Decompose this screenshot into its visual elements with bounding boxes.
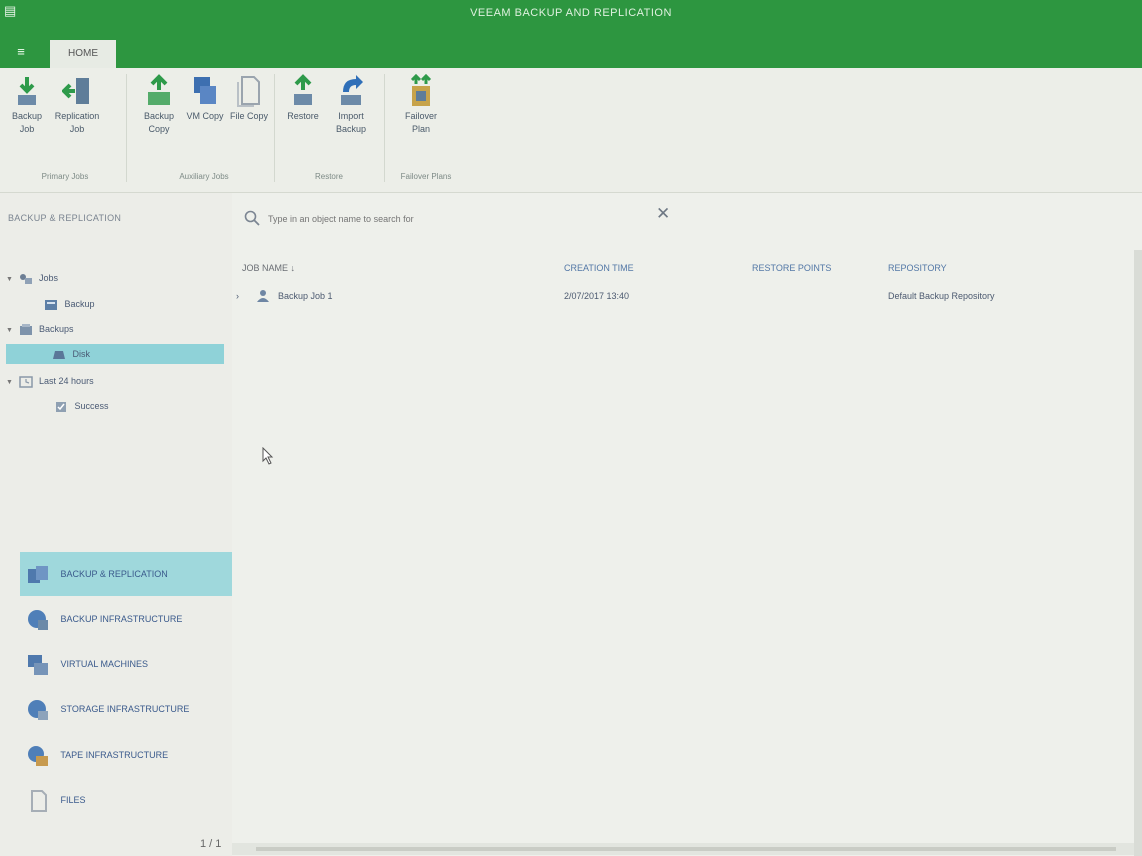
replication-job-button[interactable]: Replication Job [54,74,100,136]
tape-infrastructure-icon [28,745,48,766]
window-title: VEEAM BACKUP AND REPLICATION [470,7,672,19]
backups-icon [19,323,32,335]
tree-label: Jobs [39,273,59,283]
restore-label: Restore [287,111,319,121]
backup-job-row-icon [257,290,269,302]
tree-node-success[interactable]: Success [6,396,224,416]
cell-creation-time: 2/07/2017 13:40 [564,291,630,301]
expand-icon[interactable]: ▼ [6,270,16,290]
tree-node-backup[interactable]: Backup [6,294,224,314]
ribbon-divider [126,74,127,182]
column-header-creation-time[interactable]: CREATION TIME [564,263,634,273]
backup-infrastructure-icon [28,609,48,630]
replication-job-icon [62,78,89,104]
search-input[interactable] [266,207,650,231]
ribbon-group-auxiliary-jobs: Auxiliary Jobs [179,172,229,181]
backup-job-node-icon [45,299,57,310]
ribbon-divider [384,74,385,182]
cell-repository: Default Backup Repository [888,291,995,301]
column-header-repository[interactable]: REPOSITORY [888,263,947,273]
file-copy-label: File Copy [229,111,268,121]
backup-job-button[interactable]: Backup Job [4,74,50,136]
nav-label: STORAGE INFRASTRUCTURE [60,704,190,714]
nav-label: VIRTUAL MACHINES [60,659,149,669]
nav-label: TAPE INFRASTRUCTURE [60,750,169,760]
restore-button[interactable]: Restore [280,74,326,123]
replication-job-label: Replication Job [54,111,100,134]
nav-files[interactable]: FILES [20,778,232,822]
main-pane: ✕ JOB NAME ↓ CREATION TIME RESTORE POINT… [232,193,1142,856]
main-menu-button[interactable]: ≡ [6,42,36,62]
restore-icon [294,74,312,105]
backup-copy-button[interactable]: Backup Copy [136,74,182,136]
tree-node-backups[interactable]: ▼ Backups [6,319,224,339]
vm-copy-icon [194,77,216,104]
failover-plan-button[interactable]: Failover Plan [398,74,444,136]
tree-label: Backups [39,324,74,334]
nav-label: FILES [60,795,86,805]
horizontal-scrollbar[interactable] [232,843,1142,855]
vm-copy-label: VM Copy [186,111,224,121]
disk-icon [53,350,65,359]
tree-node-last-24-hours[interactable]: ▼ Last 24 hours [6,371,224,391]
expand-icon[interactable]: ▼ [6,321,16,341]
history-icon [18,375,33,388]
pane-title: BACKUP & REPLICATION [8,213,122,223]
backup-copy-icon [148,74,170,105]
cell-job-name: Backup Job 1 [278,291,333,301]
nav-virtual-machines[interactable]: VIRTUAL MACHINES [20,642,232,686]
backup-job-icon [18,77,36,105]
tree-node-jobs[interactable]: ▼ Jobs [6,268,224,288]
file-copy-icon [237,76,260,107]
clear-search-icon[interactable]: ✕ [656,204,670,224]
ribbon: Backup Job Replication Job Backup Copy V… [0,68,1142,193]
tree-label: Backup [64,299,95,309]
files-icon [31,789,47,812]
scrollbar-thumb[interactable] [256,847,1116,851]
nav-label: BACKUP INFRASTRUCTURE [60,614,183,624]
page-indicator: 1 / 1 [200,838,222,850]
table-row[interactable]: › Backup Job 1 2/07/2017 13:40 Default B… [236,285,1136,307]
virtual-machines-icon [28,654,48,675]
navigation-pane: BACKUP & REPLICATION ▼ Jobs Backup ▼ Bac… [0,193,232,856]
tab-home[interactable]: HOME [50,40,116,68]
nav-label: BACKUP & REPLICATION [60,569,168,579]
backup-replication-icon [28,565,48,583]
ribbon-divider [274,74,275,182]
nav-backup-replication[interactable]: BACKUP & REPLICATION [20,552,232,596]
nav-storage-infrastructure[interactable]: STORAGE INFRASTRUCTURE [20,687,232,731]
column-header-restore-points[interactable]: RESTORE POINTS [752,263,831,273]
failover-plan-icon [410,74,432,106]
nav-backup-infrastructure[interactable]: BACKUP INFRASTRUCTURE [20,597,232,641]
ribbon-group-failover-plans: Failover Plans [400,172,452,181]
vm-copy-button[interactable]: VM Copy [182,74,228,123]
backup-job-label: Backup Job [11,111,43,134]
import-backup-icon [341,75,363,105]
import-backup-button[interactable]: Import Backup [328,74,374,136]
import-backup-label: Import Backup [335,111,367,134]
title-bar: ▤ VEEAM BACKUP AND REPLICATION [0,0,1142,34]
search-icon [244,210,260,226]
row-expand-icon[interactable]: › [236,285,239,307]
jobs-icon [19,273,32,284]
file-copy-button[interactable]: File Copy [226,74,272,123]
mouse-cursor-icon [262,447,274,465]
failover-plan-label: Failover Plan [404,111,437,134]
ribbon-tab-strip: ≡ HOME [0,34,1142,68]
tree-label: Success [74,401,109,411]
column-header-job-name[interactable]: JOB NAME ↓ [242,263,295,273]
backup-copy-label: Backup Copy [143,111,175,134]
tree-label: Last 24 hours [39,376,94,386]
success-icon [56,401,66,412]
expand-icon[interactable]: ▼ [6,373,16,393]
tree-label: Disk [72,349,91,359]
nav-tape-infrastructure[interactable]: TAPE INFRASTRUCTURE [20,733,232,777]
tree-node-disk[interactable]: Disk [6,344,224,364]
vertical-scrollbar[interactable] [1134,250,1142,856]
storage-infrastructure-icon [28,699,48,720]
ribbon-group-restore: Restore [314,172,343,181]
ribbon-group-primary-jobs: Primary Jobs [41,172,89,181]
